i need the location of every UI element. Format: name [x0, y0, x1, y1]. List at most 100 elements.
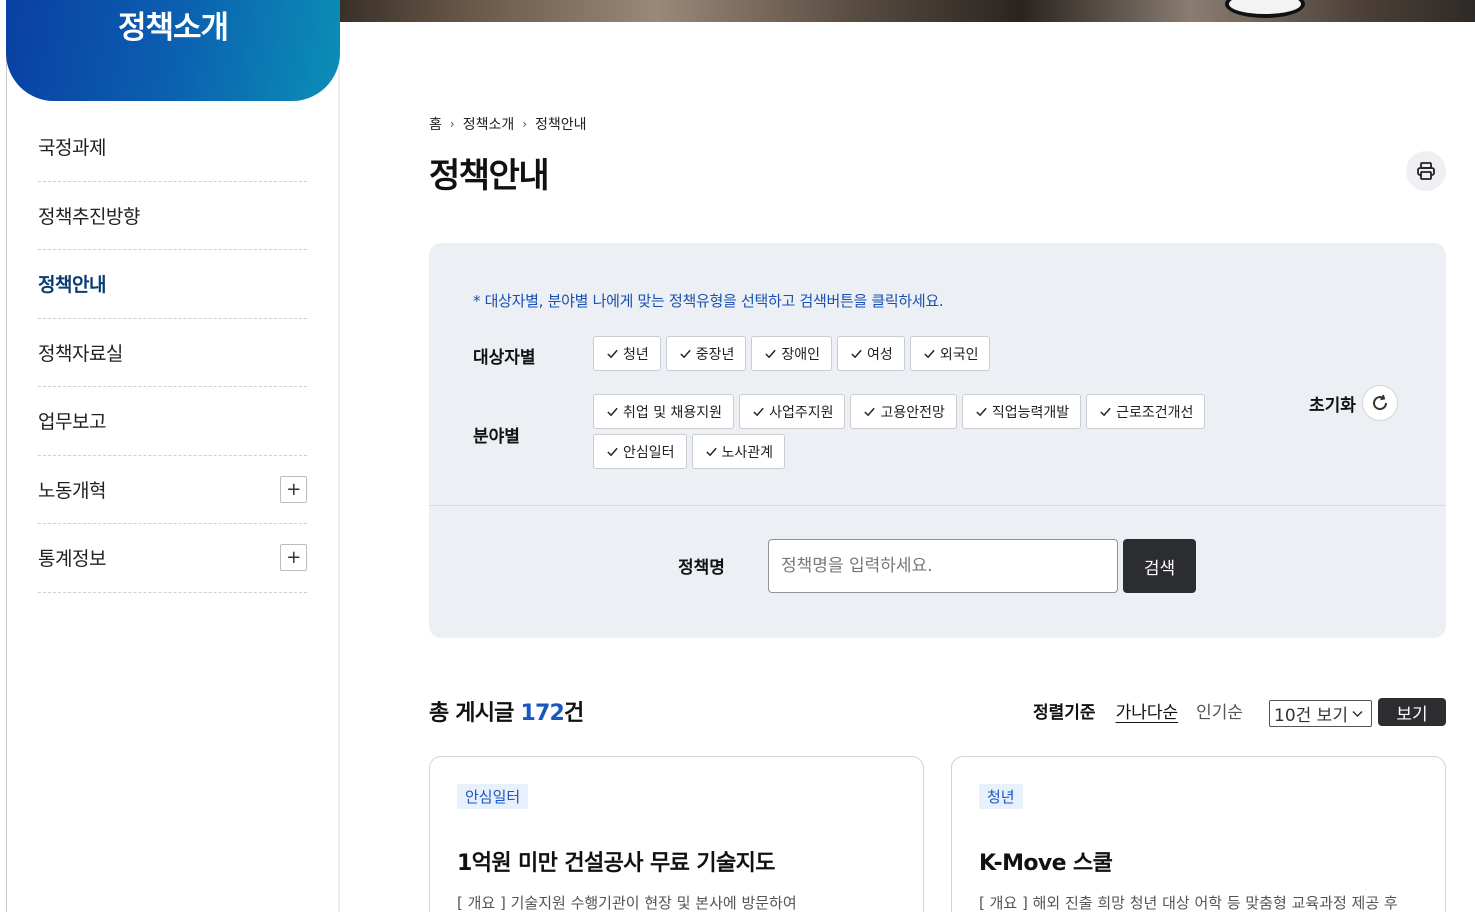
field-filter-label: 분야별 [473, 427, 520, 447]
check-icon [851, 349, 862, 359]
policy-card[interactable]: 안심일터 1억원 미만 건설공사 무료 기술지도 [ 개요 ] 기술지원 수행기… [429, 756, 924, 912]
chip-employment-support[interactable]: 취업 및 채용지원 [593, 394, 735, 429]
refresh-icon [1372, 394, 1387, 411]
chip-label: 장애인 [781, 346, 821, 363]
check-icon [607, 407, 618, 417]
sidebar-item-policy-archive[interactable]: 정책자료실 [38, 319, 307, 387]
card-title: K-Move 스쿨 [979, 851, 1113, 876]
check-icon [864, 407, 876, 417]
card-tag: 안심일터 [457, 784, 529, 809]
check-icon [976, 407, 987, 417]
sidebar-divider [338, 0, 340, 912]
sort-popular[interactable]: 인기순 [1196, 698, 1243, 723]
chip-label: 여성 [867, 346, 893, 363]
reset-label: 초기화 [1309, 395, 1356, 416]
expand-icon[interactable]: + [280, 475, 307, 503]
page-size-select[interactable]: 10건 보기 [1269, 700, 1372, 727]
filter-guide-text: * 대상자별, 분야별 나에게 맞는 정책유형을 선택하고 검색버튼을 클릭하세… [473, 292, 944, 310]
filter-divider [429, 505, 1446, 506]
chip-safe-workplace[interactable]: 안심일터 [593, 434, 687, 469]
target-chip-group: 청년 중장년 장애인 여성 외국인 [593, 336, 1013, 371]
search-button[interactable]: 검색 [1123, 539, 1196, 593]
breadcrumb-level2[interactable]: 정책안내 [535, 114, 587, 134]
chip-disabled[interactable]: 장애인 [751, 336, 833, 371]
card-title: 1억원 미만 건설공사 무료 기술지도 [457, 851, 776, 876]
card-description: [ 개요 ] 기술지원 수행기관이 현장 및 본사에 방문하여 [457, 894, 797, 912]
check-icon [607, 447, 618, 457]
sidebar-item-work-report[interactable]: 업무보고 [38, 387, 307, 456]
chip-foreigner[interactable]: 외국인 [909, 336, 991, 371]
check-icon [680, 349, 691, 359]
chip-label: 사업주지원 [769, 404, 834, 421]
sort-alphabetical[interactable]: 가나다순 [1116, 698, 1179, 723]
chip-women[interactable]: 여성 [837, 336, 905, 371]
card-description: [ 개요 ] 해외 진출 희망 청년 대상 어학 등 맞춤형 교육과정 제공 후 [979, 894, 1398, 912]
chip-working-conditions[interactable]: 근로조건개선 [1086, 394, 1206, 429]
sidebar-item-label: 업무보고 [38, 411, 106, 434]
sort-label: 정렬기준 [1033, 703, 1096, 723]
chip-label: 취업 및 채용지원 [623, 404, 723, 421]
check-icon [705, 447, 717, 457]
sort-options: 정렬기준 가나다순 인기순 [1033, 698, 1261, 723]
breadcrumb-level1[interactable]: 정책소개 [463, 114, 515, 134]
field-chip-group: 취업 및 채용지원 사업주지원 고용안전망 직업능력개발 근로조건개선 안심일터… [593, 394, 1233, 469]
chevron-down-icon [1352, 710, 1363, 717]
breadcrumb: 홈 › 정책소개 › 정책안내 [429, 114, 587, 134]
total-prefix: 총 게시글 [429, 701, 521, 726]
check-icon [1100, 407, 1111, 417]
reset-control: 초기화 [1309, 385, 1398, 421]
chip-middle-aged[interactable]: 중장년 [665, 336, 747, 371]
chip-safety-net[interactable]: 고용안전망 [850, 394, 957, 429]
sidebar-header: 정책소개 [6, 0, 340, 101]
chip-skills-development[interactable]: 직업능력개발 [961, 394, 1082, 429]
total-number: 172 [520, 701, 565, 726]
top-banner-image [340, 0, 1475, 22]
target-filter-label: 대상자별 [473, 348, 536, 368]
sidebar-item-policy-direction[interactable]: 정책추진방향 [38, 182, 307, 250]
print-button[interactable] [1406, 151, 1446, 191]
chip-label: 근로조건개선 [1116, 404, 1194, 421]
view-button[interactable]: 보기 [1378, 698, 1446, 726]
sidebar-item-label: 통계정보 [38, 548, 106, 571]
card-tag: 청년 [979, 784, 1023, 809]
page-size-value: 10건 보기 [1274, 706, 1348, 726]
banner-decoration [1225, 0, 1305, 18]
chip-labor-relations[interactable]: 노사관계 [691, 434, 786, 469]
check-icon [765, 349, 777, 359]
sidebar-item-label: 정책안내 [38, 274, 106, 297]
sidebar-item-label: 정책추진방향 [38, 205, 140, 228]
printer-icon [1417, 162, 1435, 180]
check-icon [607, 349, 618, 359]
sidebar-item-statistics[interactable]: 통계정보 + [38, 524, 307, 593]
chevron-right-icon: › [449, 117, 455, 131]
chip-youth[interactable]: 청년 [593, 336, 661, 371]
sidebar-item-labor-reform[interactable]: 노동개혁 + [38, 456, 307, 524]
chip-label: 청년 [623, 346, 649, 363]
sidebar-item-label: 국정과제 [38, 137, 106, 160]
check-icon [753, 407, 764, 417]
breadcrumb-home[interactable]: 홈 [429, 114, 442, 134]
chip-label: 외국인 [939, 346, 979, 363]
search-label: 정책명 [678, 558, 725, 578]
sidebar-border [6, 0, 7, 912]
chip-label: 고용안전망 [880, 404, 945, 421]
chip-employer-support[interactable]: 사업주지원 [739, 394, 846, 429]
chip-label: 노사관계 [721, 444, 774, 461]
chip-label: 직업능력개발 [991, 404, 1070, 421]
sidebar-item-policy-guide[interactable]: 정책안내 [38, 250, 307, 319]
chip-label: 중장년 [695, 346, 735, 363]
filter-panel: * 대상자별, 분야별 나에게 맞는 정책유형을 선택하고 검색버튼을 클릭하세… [429, 243, 1446, 638]
total-suffix: 건 [564, 701, 584, 726]
sidebar: 정책소개 국정과제 정책추진방향 정책안내 정책자료실 업무보고 노동개혁 + … [0, 0, 340, 912]
reset-button[interactable] [1361, 385, 1398, 421]
chevron-right-icon: › [522, 117, 528, 131]
policy-card[interactable]: 청년 K-Move 스쿨 [ 개요 ] 해외 진출 희망 청년 대상 어학 등 … [951, 756, 1446, 912]
sidebar-item-label: 노동개혁 [38, 479, 106, 502]
policy-search-input[interactable] [768, 539, 1118, 593]
page-title: 정책안내 [429, 156, 550, 196]
sidebar-item-label: 정책자료실 [38, 342, 123, 365]
side-menu: 국정과제 정책추진방향 정책안내 정책자료실 업무보고 노동개혁 + 통계정보 … [38, 113, 307, 593]
expand-icon[interactable]: + [280, 544, 307, 572]
check-icon [924, 349, 935, 359]
sidebar-item-national-tasks[interactable]: 국정과제 [38, 113, 307, 182]
